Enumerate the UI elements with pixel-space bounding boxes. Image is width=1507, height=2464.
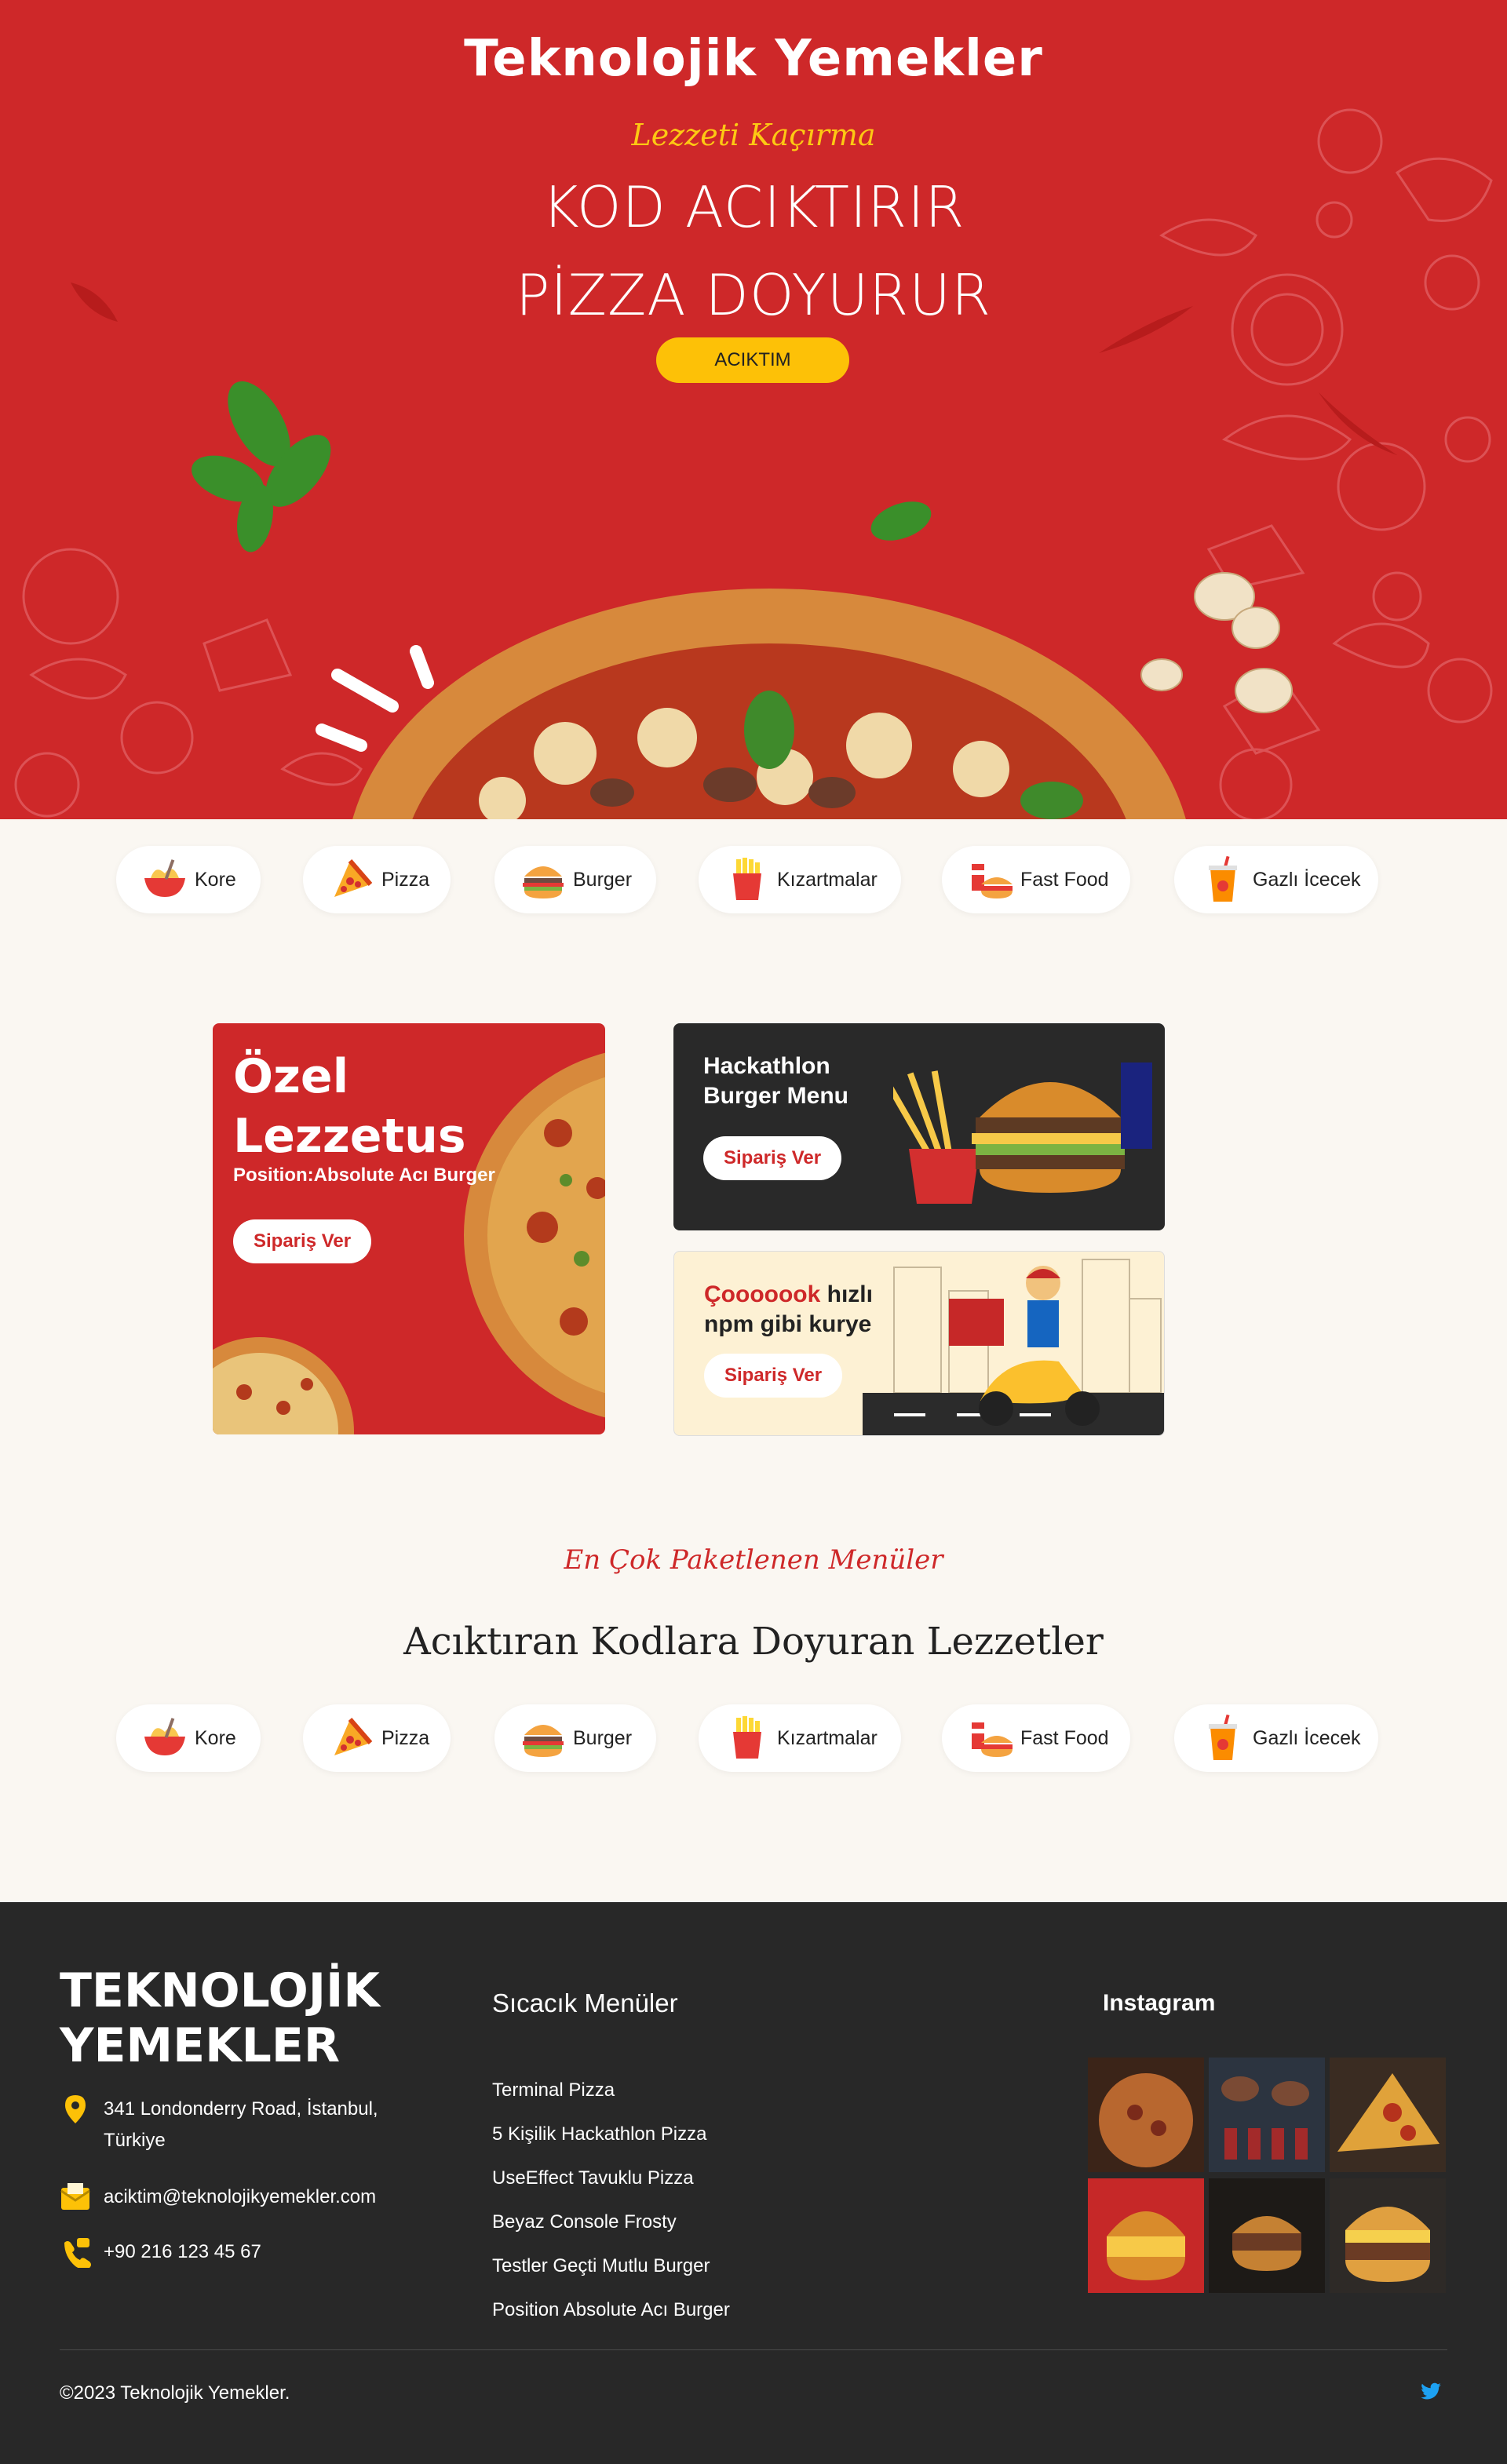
promo-title-highlight: Çooooook xyxy=(704,1281,821,1307)
tab-kore[interactable]: Kore xyxy=(116,1704,261,1772)
copyright: ©2023 Teknolojik Yemekler. xyxy=(60,2382,290,2404)
tab-fast-food[interactable]: Fast Food xyxy=(942,1704,1130,1772)
footer-menu-link[interactable]: Beyaz Console Frosty xyxy=(492,2211,677,2233)
order-button[interactable]: Sipariş Ver xyxy=(233,1219,372,1263)
hero-pizza-illustration xyxy=(71,282,1397,819)
section-title: Acıktıran Kodlara Doyuran Lezzetler xyxy=(403,1620,1104,1664)
category-label: Burger xyxy=(573,868,633,891)
promo-card-courier: Çooooook hızlı npm gibi kurye Sipariş Ve… xyxy=(673,1251,1165,1436)
category-kore[interactable]: Kore xyxy=(116,846,261,913)
address-text: 341 Londonderry Road, İstanbul, Türkiye xyxy=(104,2098,378,2151)
footer-menu-link[interactable]: Testler Geçti Mutlu Burger xyxy=(492,2255,710,2277)
category-label: Pizza xyxy=(381,1726,430,1749)
instagram-photo[interactable] xyxy=(1209,2178,1325,2293)
promo-subtitle: Position:Absolute Acı Burger xyxy=(233,1165,495,1186)
phone-icon xyxy=(64,2238,91,2268)
tab-gazli-icecek[interactable]: Gazlı İcecek xyxy=(1174,1704,1378,1772)
pizza-slice-icon xyxy=(334,1718,373,1755)
fast-food-icon xyxy=(972,864,1013,898)
category-label: Kızartmalar xyxy=(777,868,878,891)
category-fast-food[interactable]: Fast Food xyxy=(942,846,1130,913)
ramen-bowl-icon xyxy=(144,1718,185,1755)
email-text[interactable]: aciktim@teknolojikyemekler.com xyxy=(104,2182,376,2213)
promo-title: Özel Lezzetus xyxy=(233,1049,466,1164)
tab-burger[interactable]: Burger xyxy=(494,1704,656,1772)
footer-divider xyxy=(60,2349,1447,2350)
instagram-photo[interactable] xyxy=(1088,2178,1204,2293)
category-label: Kore xyxy=(195,1726,236,1749)
footer-phone: +90 216 123 45 67 xyxy=(60,2236,413,2268)
instagram-title: Instagram xyxy=(1103,1990,1216,2016)
soda-cup-icon xyxy=(1209,855,1237,902)
section-script-title: En Çok Paketlenen Menüler xyxy=(564,1544,943,1576)
footer-menu-link[interactable]: Terminal Pizza xyxy=(492,2079,615,2101)
instagram-photo[interactable] xyxy=(1330,2178,1446,2293)
category-label: Fast Food xyxy=(1020,868,1109,891)
tab-pizza[interactable]: Pizza xyxy=(303,1704,451,1772)
instagram-photo[interactable] xyxy=(1088,2058,1204,2172)
instagram-photo[interactable] xyxy=(1330,2058,1446,2172)
footer-email: aciktim@teknolojikyemekler.com xyxy=(60,2182,413,2213)
twitter-icon[interactable] xyxy=(1419,2381,1443,2403)
burger-icon xyxy=(523,1725,564,1757)
menu-category-tabs: Kore Pizza Burger Kızartmalar Fast Food xyxy=(0,1704,1507,1773)
category-burger[interactable]: Burger xyxy=(494,846,656,913)
category-label: Pizza xyxy=(381,868,430,891)
burger-icon xyxy=(523,866,564,898)
category-kizartmalar[interactable]: Kızartmalar xyxy=(699,846,901,913)
footer-address: 341 Londonderry Road, İstanbul, Türkiye xyxy=(60,2094,413,2156)
category-label: Fast Food xyxy=(1020,1726,1109,1749)
ramen-bowl-icon xyxy=(144,859,185,897)
category-nav: Kore Pizza Burger Kızartmalar Fast Food xyxy=(0,846,1507,915)
pizza-slice-icon xyxy=(334,859,373,897)
promo-card-ozel-lezzetus: Özel Lezzetus Position:Absolute Acı Burg… xyxy=(213,1023,605,1434)
tab-kizartmalar[interactable]: Kızartmalar xyxy=(699,1704,901,1772)
promo-title: Hackathlon Burger Menu xyxy=(703,1053,849,1109)
category-pizza[interactable]: Pizza xyxy=(303,846,451,913)
fries-icon xyxy=(733,1716,761,1759)
category-label: Kore xyxy=(195,868,236,891)
soda-cup-icon xyxy=(1209,1714,1237,1760)
category-label: Kızartmalar xyxy=(777,1726,878,1749)
footer-menu-link[interactable]: 5 Kişilik Hackathlon Pizza xyxy=(492,2123,706,2145)
footer-menu-link[interactable]: Position Absolute Acı Burger xyxy=(492,2299,730,2321)
envelope-icon xyxy=(60,2183,90,2210)
category-gazli-icecek[interactable]: Gazlı İcecek xyxy=(1174,846,1378,913)
category-label: Gazlı İcecek xyxy=(1253,868,1361,891)
location-pin-icon xyxy=(65,2095,86,2123)
hero-banner: Teknolojik Yemekler Lezzeti Kaçırma KOD … xyxy=(0,0,1507,819)
category-label: Gazlı İcecek xyxy=(1253,1726,1361,1749)
fast-food-icon xyxy=(972,1722,1013,1757)
burger-menu-photo xyxy=(893,1063,1152,1204)
footer-menu-link[interactable]: UseEffect Tavuklu Pizza xyxy=(492,2167,694,2189)
footer-menu-title: Sıcacık Menüler xyxy=(492,1988,678,2017)
fries-icon xyxy=(733,858,761,900)
order-button[interactable]: Sipariş Ver xyxy=(703,1136,842,1180)
promo-title: Çooooook hızlı npm gibi kurye xyxy=(704,1280,924,1340)
footer-brand: TEKNOLOJİK YEMEKLER xyxy=(60,1963,380,2073)
phone-text[interactable]: +90 216 123 45 67 xyxy=(104,2236,261,2268)
instagram-photo[interactable] xyxy=(1209,2058,1325,2172)
footer: TEKNOLOJİK YEMEKLER 341 Londonderry Road… xyxy=(0,1902,1507,2464)
category-label: Burger xyxy=(573,1726,633,1749)
promo-card-hackathlon: Hackathlon Burger Menu Sipariş Ver xyxy=(673,1023,1165,1230)
order-button[interactable]: Sipariş Ver xyxy=(704,1354,843,1398)
